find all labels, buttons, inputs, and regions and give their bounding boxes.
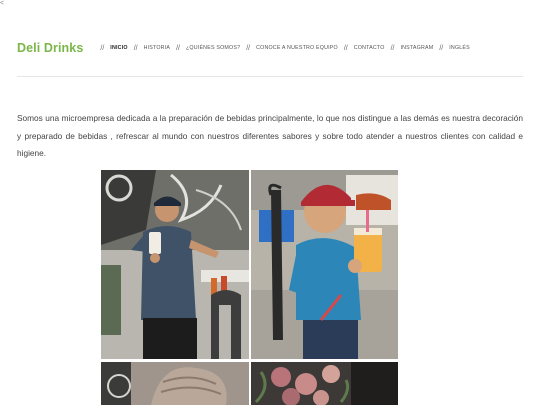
intro-paragraph: Somos una microempresa dedicada a la pre… [17,113,523,158]
gallery-photo-man-with-drink [101,170,249,359]
gallery-photo-person-back [101,362,249,405]
header-divider [17,76,523,77]
nav-item-ingles[interactable]: INGLÉS [449,45,470,51]
nav-item-contacto[interactable]: CONTACTO [354,45,385,51]
site-logo[interactable]: Deli Drinks [17,41,83,55]
gallery-photo-flowers [251,362,398,405]
nav-separator: // [343,44,348,52]
nav-separator: // [390,44,395,52]
nav-separator: // [246,44,251,52]
nav-item-inicio[interactable]: INICIO [110,45,127,51]
nav-separator: // [439,44,444,52]
nav-separator: // [100,44,105,52]
top-mark: < [0,0,5,7]
gallery-photo-boy-with-drink [251,170,398,359]
main-nav: // INICIO // HISTORIA // ¿QUIÉNES SOMOS?… [94,45,469,52]
nav-item-historia[interactable]: HISTORIA [144,45,171,51]
nav-item-equipo[interactable]: CONOCE A NUESTRO EQUIPO [256,45,338,51]
nav-separator: // [176,44,180,52]
nav-item-instagram[interactable]: INSTAGRAM [400,45,433,51]
nav-item-quienes-somos[interactable]: ¿QUIÉNES SOMOS? [186,45,240,51]
nav-separator: // [133,44,138,52]
site-header: Deli Drinks // INICIO // HISTORIA // ¿QU… [17,36,523,60]
